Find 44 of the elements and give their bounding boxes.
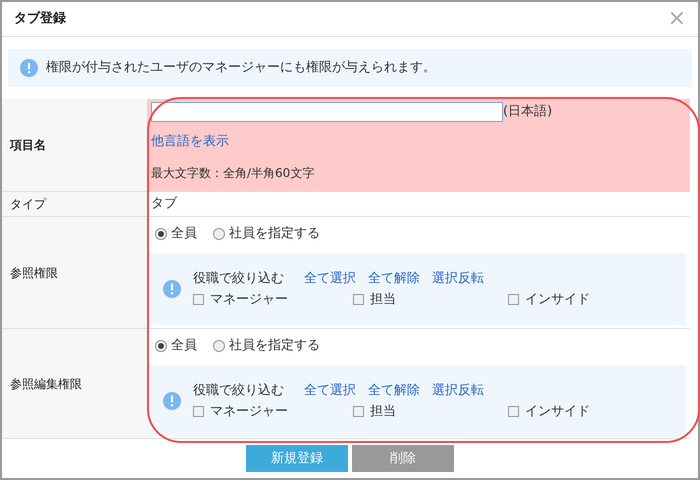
filter-link[interactable]: 全て解除: [368, 380, 420, 400]
row-label: 参照編集権限: [10, 376, 82, 392]
name-input[interactable]: [151, 102, 503, 122]
filter-link[interactable]: 選択反転: [432, 268, 484, 288]
delete-button[interactable]: 削除: [352, 445, 454, 472]
filter-link[interactable]: 選択反転: [432, 380, 484, 400]
checkbox[interactable]: [353, 406, 364, 418]
row-label: 参照権限: [10, 264, 58, 282]
checkbox-label: マネージャー: [210, 403, 288, 421]
radio-button[interactable]: [155, 228, 167, 240]
radio-label: 社員を指定する: [229, 337, 320, 356]
radio-button[interactable]: [155, 340, 167, 352]
radio-label: 社員を指定する: [229, 225, 320, 244]
other-languages-link[interactable]: 他言語を表示: [151, 132, 690, 152]
info-icon: [163, 392, 181, 410]
radio-button[interactable]: [213, 340, 225, 352]
filter-label: 役職で絞り込む: [193, 270, 284, 288]
language-label: (日本語): [503, 103, 552, 122]
checkbox[interactable]: [193, 406, 204, 418]
radio-button[interactable]: [213, 228, 225, 240]
radio-label: 全員: [171, 337, 197, 356]
checkbox[interactable]: [508, 406, 519, 418]
filter-link[interactable]: 全て解除: [368, 268, 420, 288]
filter-link[interactable]: 全て選択: [304, 380, 356, 400]
notice-text: 権限が付与されたユーザのマネージャーにも権限が与えられます。: [46, 59, 436, 78]
checkbox-label: 担当: [370, 291, 396, 309]
checkbox-label: インサイド: [525, 403, 590, 421]
info-icon: [20, 59, 38, 77]
checkbox[interactable]: [193, 294, 204, 306]
info-icon: [163, 280, 181, 298]
filter-link[interactable]: 全て選択: [304, 268, 356, 288]
row-label: 項目名: [10, 137, 46, 154]
checkbox[interactable]: [353, 294, 364, 306]
type-value: タブ: [151, 195, 177, 214]
checkbox-label: マネージャー: [210, 291, 288, 309]
checkbox-label: インサイド: [525, 291, 590, 309]
register-button[interactable]: 新規登録: [246, 445, 348, 472]
filter-label: 役職で絞り込む: [193, 382, 284, 400]
row-label: タイプ: [10, 196, 46, 213]
radio-label: 全員: [171, 225, 197, 244]
dialog-title: タブ登録: [14, 10, 66, 28]
checkbox[interactable]: [508, 294, 519, 306]
max-length-note: 最大文字数：全角/半角60文字: [151, 164, 316, 182]
checkbox-label: 担当: [370, 403, 396, 421]
